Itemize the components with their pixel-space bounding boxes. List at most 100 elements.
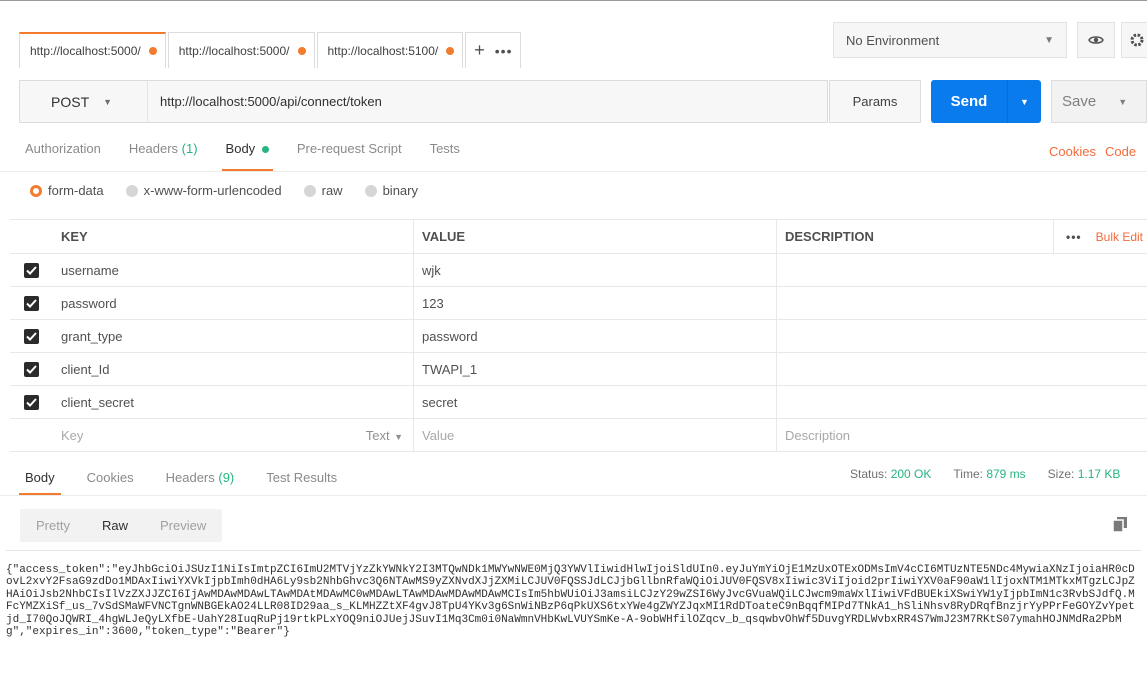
params-button[interactable]: Params <box>829 80 921 123</box>
save-button[interactable]: Save ▼ <box>1051 80 1147 123</box>
key-cell[interactable]: client_secret <box>53 386 414 418</box>
radio-binary[interactable]: binary <box>364 183 418 198</box>
key-cell[interactable]: client_Id <box>53 353 414 385</box>
radio-raw[interactable]: raw <box>303 183 343 198</box>
key-cell[interactable]: username <box>53 254 414 286</box>
cookies-link[interactable]: Cookies <box>1049 144 1096 159</box>
column-header-description-label: DESCRIPTION <box>785 229 874 244</box>
new-key-input[interactable]: Key Text ▼ <box>53 419 414 451</box>
tab-headers[interactable]: Headers (1) <box>129 141 198 171</box>
radio-form-data[interactable]: form-data <box>30 183 104 198</box>
copy-response-icon[interactable] <box>1112 517 1127 535</box>
description-cell[interactable] <box>777 287 1147 319</box>
value-cell[interactable]: TWAPI_1 <box>414 353 777 385</box>
eye-icon <box>1088 36 1104 44</box>
status-value: 200 OK <box>890 467 932 481</box>
checkbox-checked-icon <box>24 295 39 311</box>
response-tab-headers-label: Headers <box>165 470 215 485</box>
new-tab-plus-icon[interactable]: + <box>474 40 485 61</box>
send-options-chevron-icon[interactable]: ▼ <box>1008 97 1041 107</box>
chevron-down-icon: ▼ <box>391 431 403 442</box>
row-checkbox[interactable] <box>10 386 53 418</box>
tab-tests[interactable]: Tests <box>430 141 460 171</box>
key-cell[interactable]: password <box>53 287 414 319</box>
description-cell[interactable] <box>777 386 1147 418</box>
table-row: client_Id TWAPI_1 <box>10 353 1147 386</box>
value-cell[interactable]: password <box>414 320 777 352</box>
url-input[interactable]: http://localhost:5000/api/connect/token <box>148 94 382 109</box>
table-options-ellipsis-icon[interactable]: ••• <box>1053 219 1082 254</box>
row-checkbox[interactable] <box>10 254 53 286</box>
save-label: Save <box>1062 93 1097 110</box>
checkbox-checked-icon <box>24 361 39 377</box>
radio-label: x-www-form-urlencoded <box>143 183 282 198</box>
radio-unselected-icon <box>303 184 316 197</box>
method-select[interactable]: POST ▼ <box>20 81 148 122</box>
request-section-tabs: Authorization Headers (1) Body Pre-reque… <box>25 141 488 172</box>
unsaved-dot-icon <box>148 47 157 55</box>
view-mode-preview[interactable]: Preview <box>144 509 222 542</box>
new-value-input[interactable]: Value <box>414 419 777 451</box>
method-label: POST <box>51 93 90 110</box>
description-cell[interactable] <box>777 353 1147 385</box>
chevron-down-icon: ▼ <box>1044 34 1054 46</box>
response-body-text[interactable]: {"access_token":"eyJhbGciOiJSUzI1NiIsImt… <box>6 550 1141 678</box>
response-status: Status: 200 OK <box>850 467 931 481</box>
tab-prerequest-script[interactable]: Pre-request Script <box>297 141 402 171</box>
window-top-edge <box>0 0 1147 8</box>
radio-unselected-icon <box>125 184 138 197</box>
request-tab-3[interactable]: http://localhost:5100/ <box>316 32 464 68</box>
body-active-dot-icon <box>261 146 269 154</box>
tab-body[interactable]: Body <box>221 141 274 172</box>
response-tab-test-results[interactable]: Test Results <box>266 470 337 495</box>
gear-icon <box>1130 33 1144 47</box>
body-type-radios: form-data x-www-form-urlencoded raw bina… <box>30 183 440 198</box>
response-time: Time: 879 ms <box>953 467 1025 481</box>
new-row-checkbox-spacer <box>10 419 53 451</box>
row-checkbox[interactable] <box>10 353 53 385</box>
view-mode-raw[interactable]: Raw <box>86 509 144 542</box>
code-link[interactable]: Code <box>1105 144 1136 159</box>
column-header-key: KEY <box>53 220 414 253</box>
request-links: Cookies Code <box>1049 144 1145 159</box>
environment-select[interactable]: No Environment ▼ <box>833 22 1067 58</box>
key-cell[interactable]: grant_type <box>53 320 414 352</box>
description-cell[interactable] <box>777 254 1147 286</box>
row-checkbox[interactable] <box>10 320 53 352</box>
environment-quick-look-button[interactable] <box>1077 22 1115 58</box>
manage-environments-button[interactable] <box>1121 22 1147 58</box>
response-tab-headers[interactable]: Headers (9) <box>166 470 235 495</box>
field-type-select[interactable]: Text ▼ <box>366 428 403 443</box>
row-checkbox[interactable] <box>10 287 53 319</box>
column-header-description: DESCRIPTION ••• Bulk Edit <box>777 219 1147 254</box>
radio-label: raw <box>321 183 343 198</box>
view-mode-pretty[interactable]: Pretty <box>20 509 86 542</box>
header-checkbox-spacer <box>10 220 53 253</box>
description-placeholder: Description <box>785 427 851 443</box>
new-description-input[interactable]: Description <box>777 419 1147 451</box>
tab-authorization[interactable]: Authorization <box>25 141 101 171</box>
tab-tools: + ••• <box>465 32 522 68</box>
response-tab-body[interactable]: Body <box>19 470 61 496</box>
description-cell[interactable] <box>777 320 1147 352</box>
more-tabs-ellipsis-icon[interactable]: ••• <box>495 43 513 59</box>
request-tab-2[interactable]: http://localhost:5000/ <box>167 32 315 68</box>
value-cell[interactable]: 123 <box>414 287 777 319</box>
size-value: 1.17 KB <box>1077 467 1121 481</box>
radio-unselected-icon <box>364 184 377 197</box>
status-label: Status: <box>850 467 888 481</box>
checkbox-checked-icon <box>24 394 39 410</box>
unsaved-dot-icon <box>446 46 455 55</box>
bulk-edit-link[interactable]: Bulk Edit <box>1096 230 1143 244</box>
radio-urlencoded[interactable]: x-www-form-urlencoded <box>125 183 282 198</box>
value-cell[interactable]: secret <box>414 386 777 418</box>
value-cell[interactable]: wjk <box>414 254 777 286</box>
response-tabs: Body Cookies Headers (9) Test Results <box>19 470 369 496</box>
request-tabs-bar: http://localhost:5000/ http://localhost:… <box>19 32 522 68</box>
key-placeholder: Key <box>61 427 84 443</box>
send-button[interactable]: Send ▼ <box>931 80 1041 123</box>
response-tab-cookies[interactable]: Cookies <box>87 470 134 495</box>
save-options-chevron-icon[interactable]: ▼ <box>1118 97 1127 107</box>
table-header-tools: ••• Bulk Edit <box>1053 219 1147 254</box>
request-tab-1[interactable]: http://localhost:5000/ <box>19 32 166 68</box>
